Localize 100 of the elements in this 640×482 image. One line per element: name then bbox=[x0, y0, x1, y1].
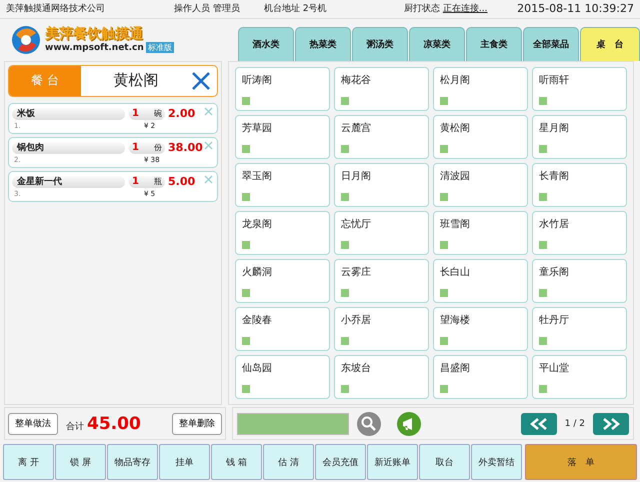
action-button[interactable]: 会员充值 bbox=[315, 444, 366, 480]
table-tile[interactable]: 望海楼 bbox=[433, 306, 528, 351]
table-tile-name: 日月阁 bbox=[341, 170, 372, 183]
table-tile[interactable]: 听涛阁 bbox=[235, 66, 330, 111]
table-tile-name: 平山堂 bbox=[539, 362, 570, 375]
category-tab[interactable]: 酒水类 bbox=[238, 26, 294, 61]
table-tile[interactable]: 童乐阁 bbox=[532, 258, 627, 303]
action-button[interactable]: 物品寄存 bbox=[107, 444, 158, 480]
table-tile[interactable]: 平山堂 bbox=[532, 354, 627, 399]
table-tile-name: 听雨轩 bbox=[539, 74, 570, 87]
table-tile-name: 长白山 bbox=[440, 266, 471, 279]
table-tile-name: 芳草园 bbox=[242, 122, 273, 135]
table-tile-name: 听涛阁 bbox=[242, 74, 273, 87]
next-page-button[interactable] bbox=[593, 412, 629, 435]
datetime: 2015-08-11 10:39:27 bbox=[517, 2, 634, 16]
table-tile[interactable]: 小乔居 bbox=[334, 306, 429, 351]
category-tab[interactable]: 桌 台 bbox=[580, 26, 640, 61]
category-tab[interactable]: 热菜类 bbox=[295, 26, 351, 61]
category-tab[interactable]: 粥汤类 bbox=[352, 26, 408, 61]
table-tile[interactable]: 星月阁 bbox=[532, 114, 627, 159]
table-tile-name: 昌盛阁 bbox=[440, 362, 471, 375]
table-tile[interactable]: 翠玉阁 bbox=[235, 162, 330, 207]
table-tile-name: 忘忧厅 bbox=[341, 218, 372, 231]
table-tile[interactable]: 听雨轩 bbox=[532, 66, 627, 111]
table-tile[interactable]: 火麟洞 bbox=[235, 258, 330, 303]
table-tile[interactable]: 日月阁 bbox=[334, 162, 429, 207]
table-tile[interactable]: 云雾庄 bbox=[334, 258, 429, 303]
category-tab[interactable]: 全部菜品 bbox=[523, 26, 579, 61]
category-tab[interactable]: 主食类 bbox=[466, 26, 522, 61]
table-tile[interactable]: 忘忧厅 bbox=[334, 210, 429, 255]
quantity-box[interactable]: 1 份 bbox=[129, 142, 165, 154]
table-tile[interactable]: 仙岛园 bbox=[235, 354, 330, 399]
table-tile[interactable]: 清波园 bbox=[433, 162, 528, 207]
item-amount: 2.00 bbox=[168, 107, 196, 120]
action-button[interactable]: 离 开 bbox=[3, 444, 54, 480]
action-button[interactable]: 估 清 bbox=[263, 444, 314, 480]
table-tile-name: 松月阁 bbox=[440, 74, 471, 87]
action-button[interactable]: 外卖暂结 bbox=[471, 444, 522, 480]
table-tile[interactable]: 东坡台 bbox=[334, 354, 429, 399]
table-name: 黄松阁 bbox=[112, 71, 160, 90]
item-amount: 5.00 bbox=[168, 175, 196, 188]
table-tile-name: 梅花谷 bbox=[341, 74, 372, 87]
table-tile[interactable]: 松月阁 bbox=[433, 66, 528, 111]
total-label: 合计 bbox=[66, 420, 84, 433]
operator-label: 操作人员 bbox=[174, 4, 210, 14]
action-button[interactable]: 新近账单 bbox=[367, 444, 418, 480]
double-left-chevron-icon bbox=[528, 418, 549, 430]
table-tile-name: 云麓宫 bbox=[341, 122, 372, 135]
previous-page-button[interactable] bbox=[520, 412, 557, 435]
table-tile-name: 小乔居 bbox=[341, 314, 372, 327]
item-unit: 瓶 bbox=[154, 176, 162, 188]
search-icon[interactable] bbox=[357, 412, 381, 436]
item-unit: 碗 bbox=[154, 108, 162, 120]
table-tile[interactable]: 昌盛阁 bbox=[433, 354, 528, 399]
terminal-name: 2号机 bbox=[302, 4, 327, 14]
double-right-chevron-icon bbox=[601, 418, 621, 430]
table-tile[interactable]: 班雪阁 bbox=[433, 210, 528, 255]
printer-status[interactable]: 正在连接... bbox=[442, 4, 488, 14]
table-tile-name: 清波园 bbox=[440, 170, 471, 183]
table-tile-name: 云雾庄 bbox=[341, 266, 372, 279]
table-tile[interactable]: 梅花谷 bbox=[334, 66, 429, 111]
operator-name: 管理员 bbox=[212, 4, 240, 14]
action-button[interactable]: 落 单 bbox=[525, 444, 637, 480]
action-button[interactable]: 挂单 bbox=[159, 444, 210, 480]
action-button[interactable]: 钱 箱 bbox=[211, 444, 262, 480]
action-button[interactable]: 取台 bbox=[419, 444, 470, 480]
printer-label: 厨打状态 bbox=[404, 4, 440, 14]
category-tab[interactable]: 凉菜类 bbox=[409, 26, 465, 61]
terminal-label: 机台地址 bbox=[264, 4, 300, 14]
company-name: 美萍触摸通网络技术公司 bbox=[6, 2, 106, 16]
quantity-box[interactable]: 1 碗 bbox=[129, 108, 165, 120]
item-quantity: 1 bbox=[132, 176, 139, 188]
table-tile-name: 仙岛园 bbox=[242, 362, 273, 375]
table-tile-name: 班雪阁 bbox=[440, 218, 471, 231]
table-tile-name: 水竹居 bbox=[539, 218, 570, 231]
megaphone-icon[interactable] bbox=[397, 412, 421, 436]
table-tile-name: 龙泉阁 bbox=[242, 218, 273, 231]
item-unit: 份 bbox=[154, 142, 162, 154]
table-tile[interactable]: 长青阁 bbox=[532, 162, 627, 207]
table-tile[interactable]: 龙泉阁 bbox=[235, 210, 330, 255]
logo-url: www.mpsoft.net.cn bbox=[45, 42, 144, 53]
table-tile[interactable]: 芳草园 bbox=[235, 114, 330, 159]
item-name: 锅包肉 bbox=[12, 142, 125, 154]
table-tile[interactable]: 金陵春 bbox=[235, 306, 330, 351]
table-tile[interactable]: 云麓宫 bbox=[334, 114, 429, 159]
quantity-box[interactable]: 1 瓶 bbox=[129, 176, 165, 188]
method-button[interactable]: 整单做法 bbox=[8, 412, 58, 435]
table-tile[interactable]: 长白山 bbox=[433, 258, 528, 303]
search-field[interactable] bbox=[237, 412, 349, 435]
table-tile[interactable]: 水竹居 bbox=[532, 210, 627, 255]
action-button[interactable]: 锁 屏 bbox=[55, 444, 106, 480]
edition-badge: 标准版 bbox=[146, 42, 174, 54]
close-icon[interactable] bbox=[191, 70, 211, 91]
table-tile-name: 长青阁 bbox=[539, 170, 570, 183]
table-tile-name: 金陵春 bbox=[242, 314, 273, 327]
item-quantity: 1 bbox=[132, 142, 139, 154]
table-tile[interactable]: 牡丹厅 bbox=[532, 306, 627, 351]
delete-button[interactable]: 整单删除 bbox=[172, 412, 222, 435]
table-tile-name: 牡丹厅 bbox=[539, 314, 570, 327]
table-tile[interactable]: 黄松阁 bbox=[433, 114, 528, 159]
